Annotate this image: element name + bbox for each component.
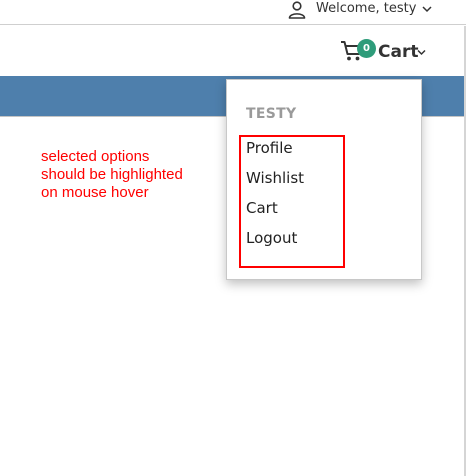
user-icon[interactable]	[287, 1, 307, 19]
menu-item-wishlist[interactable]: Wishlist	[246, 169, 304, 187]
welcome-text[interactable]: Welcome, testy	[316, 1, 416, 17]
annotation-line: on mouse hover	[41, 184, 149, 201]
annotation-note: selected options should be highlighted o…	[41, 148, 183, 202]
user-dropdown-menu: TESTY Profile Wishlist Cart Logout	[226, 79, 422, 280]
cart-menu-label[interactable]: Cart	[378, 42, 418, 62]
annotation-line: should be highlighted	[41, 166, 183, 183]
dropdown-username: TESTY	[246, 106, 297, 122]
top-bar: Welcome, testy	[0, 0, 466, 25]
site-header: 0 Cart	[0, 26, 466, 76]
menu-item-logout[interactable]: Logout	[246, 229, 297, 247]
annotation-line: selected options	[41, 148, 150, 165]
menu-item-cart[interactable]: Cart	[246, 199, 278, 217]
cart-count-badge: 0	[357, 39, 376, 58]
chevron-down-icon[interactable]	[421, 4, 433, 14]
menu-item-profile[interactable]: Profile	[246, 139, 293, 157]
chevron-down-icon[interactable]	[416, 48, 427, 57]
